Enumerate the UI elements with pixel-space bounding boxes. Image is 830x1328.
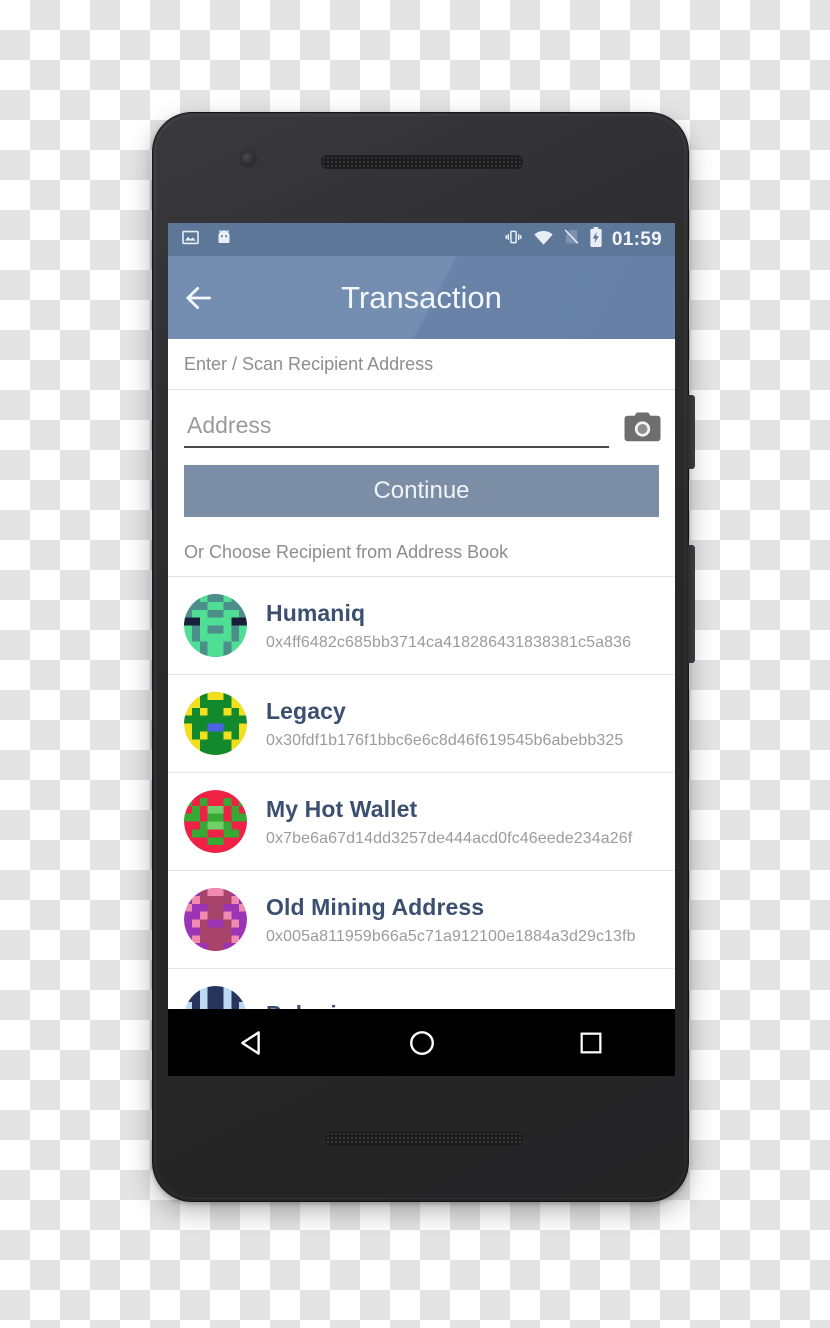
recents-nav-key[interactable] <box>551 1009 631 1076</box>
identicon-poloniex <box>184 986 247 1009</box>
contact-name: Legacy <box>266 698 346 725</box>
image-icon <box>181 228 200 252</box>
battery-charging-icon <box>589 227 603 252</box>
page-title: Transaction <box>341 279 502 315</box>
list-item-text: Poloniex <box>266 1000 363 1009</box>
contact-name: Poloniex <box>266 1000 363 1009</box>
wifi-icon <box>533 229 554 251</box>
android-nav-bar <box>168 1009 675 1076</box>
identicon-legacy <box>184 692 247 755</box>
continue-button-label: Continue <box>373 477 470 504</box>
contact-address: 0x005a811959b66a5c71a912100e1884a3d29c13… <box>266 927 636 945</box>
contact-address: 0x7be6a67d14dd3257de444acd0fc46eede234a2… <box>266 829 633 847</box>
earpiece-speaker <box>321 155 523 169</box>
contact-address: 0x30fdf1b176f1bbc6e6c8d46f619545b6abebb3… <box>266 731 624 749</box>
power-button[interactable] <box>688 395 695 469</box>
contact-name: My Hot Wallet <box>266 796 418 823</box>
bottom-speaker <box>325 1131 523 1146</box>
identicon-old-mining-address <box>184 888 247 951</box>
contact-name: Old Mining Address <box>266 894 485 921</box>
list-item[interactable]: Legacy 0x30fdf1b176f1bbc6e6c8d46f619545b… <box>168 675 675 773</box>
back-nav-key[interactable] <box>213 1009 293 1076</box>
identicon-humaniq <box>184 594 247 657</box>
status-bar-clock: 01:59 <box>611 228 662 250</box>
android-icon <box>214 228 234 252</box>
address-input[interactable] <box>184 412 609 448</box>
list-item-text: My Hot Wallet 0x7be6a67d14dd3257de444acd… <box>266 795 632 848</box>
list-item[interactable]: Humaniq 0x4ff6482c685bb3714ca41828643183… <box>168 577 675 675</box>
app-bar: Transaction <box>168 256 675 339</box>
back-arrow-icon[interactable] <box>168 282 230 314</box>
phone-device: 01:59 Transaction Enter / Scan Recipient… <box>152 112 695 1202</box>
volume-button[interactable] <box>688 545 695 663</box>
front-camera-icon <box>241 152 255 166</box>
list-item-text: Humaniq 0x4ff6482c685bb3714ca41828643183… <box>266 599 631 652</box>
contact-name: Humaniq <box>266 600 366 627</box>
list-item-text: Old Mining Address 0x005a811959b66a5c71a… <box>266 893 636 946</box>
status-bar: 01:59 <box>168 223 675 256</box>
list-item[interactable]: Poloniex <box>168 969 675 1009</box>
no-sim-icon <box>563 228 580 251</box>
continue-button[interactable]: Continue <box>184 465 659 517</box>
list-item[interactable]: My Hot Wallet 0x7be6a67d14dd3257de444acd… <box>168 773 675 871</box>
list-item[interactable]: Old Mining Address 0x005a811959b66a5c71a… <box>168 871 675 969</box>
identicon-my-hot-wallet <box>184 790 247 853</box>
home-nav-key[interactable] <box>382 1009 462 1076</box>
vibrate-icon <box>503 228 524 251</box>
camera-icon[interactable] <box>623 410 662 450</box>
address-input-row <box>168 390 675 450</box>
phone-screen: 01:59 Transaction Enter / Scan Recipient… <box>168 223 675 1009</box>
address-book-label: Or Choose Recipient from Address Book <box>168 528 675 577</box>
contact-address: 0x4ff6482c685bb3714ca418286431838381c5a8… <box>266 633 632 651</box>
list-item-text: Legacy 0x30fdf1b176f1bbc6e6c8d46f619545b… <box>266 697 623 750</box>
address-book-list: Humaniq 0x4ff6482c685bb3714ca41828643183… <box>168 577 675 1009</box>
enter-scan-label: Enter / Scan Recipient Address <box>168 339 675 390</box>
address-field <box>184 412 609 448</box>
